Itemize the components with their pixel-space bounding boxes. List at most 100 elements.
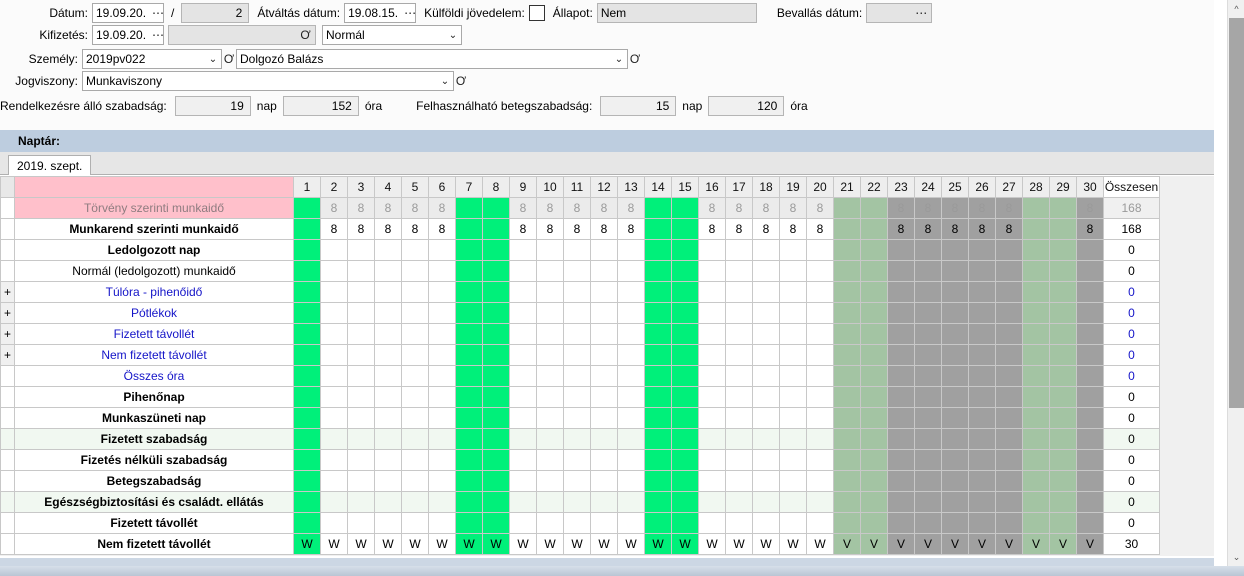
table-row[interactable]: Fizetés nélküli szabadság 0 [0,449,1160,471]
grid-cell-day-7[interactable] [455,449,483,471]
table-row[interactable]: + Nem fizetett távollét 0 [0,344,1160,366]
grid-cell-day-7[interactable] [455,344,483,366]
grid-cell-day-3[interactable] [347,323,375,345]
row-expander-icon[interactable]: + [0,323,15,345]
grid-cell-day-25[interactable] [941,260,969,282]
grid-cell-day-14[interactable] [644,386,672,408]
grid-cell-day-6[interactable] [428,365,456,387]
grid-cell-day-11[interactable] [563,512,591,534]
grid-cell-day-27[interactable] [995,512,1023,534]
grid-cell-day-25[interactable] [941,365,969,387]
grid-cell-day-9[interactable] [509,281,537,303]
row-label[interactable]: Összes óra [14,365,294,387]
grid-header-day-16[interactable]: 16 [698,176,726,198]
grid-cell-day-14[interactable] [644,218,672,240]
grid-cell-day-19[interactable] [779,260,807,282]
grid-cell-day-20[interactable] [806,260,834,282]
grid-cell-day-12[interactable] [590,239,618,261]
jogviszony-combo[interactable]: Munkaviszony ⌄ [82,71,454,91]
grid-cell-day-2[interactable] [320,407,348,429]
grid-cell-day-24[interactable] [914,407,942,429]
grid-cell-day-1[interactable] [293,386,321,408]
grid-cell-day-24[interactable] [914,512,942,534]
grid-cell-day-26[interactable] [968,281,996,303]
grid-cell-day-14[interactable] [644,197,672,219]
grid-cell-day-30[interactable] [1076,470,1104,492]
grid-header-day-14[interactable]: 14 [644,176,672,198]
chevron-down-icon[interactable]: ⌄ [207,54,219,65]
grid-cell-day-29[interactable] [1049,302,1077,324]
grid-header-day-18[interactable]: 18 [752,176,780,198]
grid-cell-day-23[interactable] [887,365,915,387]
row-label[interactable]: Pótlékok [14,302,294,324]
grid-cell-day-30[interactable] [1076,239,1104,261]
grid-cell-day-17[interactable] [725,512,753,534]
grid-cell-day-20[interactable] [806,428,834,450]
grid-cell-day-24[interactable]: V [914,533,942,555]
grid-cell-day-4[interactable] [374,449,402,471]
grid-cell-day-17[interactable] [725,386,753,408]
grid-cell-day-30[interactable] [1076,386,1104,408]
grid-cell-day-17[interactable] [725,281,753,303]
grid-cell-day-5[interactable] [401,470,429,492]
grid-cell-day-23[interactable] [887,470,915,492]
grid-cell-day-4[interactable] [374,428,402,450]
grid-cell-day-25[interactable] [941,428,969,450]
grid-cell-day-28[interactable] [1022,302,1050,324]
grid-cell-day-15[interactable] [671,239,699,261]
table-row[interactable]: Normál (ledolgozott) munkaidő 0 [0,260,1160,282]
table-row[interactable]: Fizetett távollét 0 [0,512,1160,534]
grid-cell-day-14[interactable] [644,239,672,261]
grid-cell-day-18[interactable] [752,428,780,450]
grid-cell-day-25[interactable] [941,344,969,366]
grid-cell-day-29[interactable] [1049,449,1077,471]
grid-cell-day-20[interactable]: 8 [806,218,834,240]
grid-cell-day-25[interactable] [941,386,969,408]
grid-cell-day-19[interactable] [779,323,807,345]
grid-cell-day-22[interactable] [860,470,888,492]
grid-cell-day-9[interactable] [509,323,537,345]
grid-cell-day-29[interactable] [1049,197,1077,219]
grid-cell-day-21[interactable] [833,344,861,366]
grid-cell-day-25[interactable] [941,281,969,303]
grid-cell-day-21[interactable] [833,449,861,471]
kifizetes-extra-field[interactable]: Ơ [168,25,316,45]
grid-cell-day-27[interactable] [995,407,1023,429]
grid-cell-day-13[interactable] [617,344,645,366]
grid-cell-day-30[interactable]: V [1076,533,1104,555]
grid-cell-day-6[interactable]: 8 [428,197,456,219]
grid-cell-day-18[interactable] [752,344,780,366]
grid-cell-day-4[interactable] [374,512,402,534]
grid-cell-day-6[interactable] [428,386,456,408]
grid-cell-day-26[interactable] [968,512,996,534]
datum-field[interactable]: 19.09.20. ⋯ [92,3,164,23]
grid-cell-day-20[interactable] [806,491,834,513]
grid-cell-day-1[interactable] [293,449,321,471]
grid-cell-day-5[interactable] [401,491,429,513]
grid-cell-day-20[interactable]: W [806,533,834,555]
grid-cell-day-6[interactable] [428,260,456,282]
grid-cell-day-23[interactable] [887,260,915,282]
grid-cell-day-12[interactable] [590,386,618,408]
grid-cell-day-15[interactable] [671,281,699,303]
grid-cell-day-16[interactable] [698,470,726,492]
grid-cell-day-4[interactable] [374,239,402,261]
grid-cell-day-18[interactable] [752,260,780,282]
grid-cell-day-18[interactable] [752,491,780,513]
grid-cell-day-27[interactable] [995,491,1023,513]
row-expander-icon[interactable]: + [0,344,15,366]
grid-cell-day-24[interactable] [914,491,942,513]
grid-cell-day-30[interactable]: 8 [1076,197,1104,219]
grid-cell-day-21[interactable] [833,386,861,408]
grid-cell-day-16[interactable] [698,239,726,261]
grid-cell-day-10[interactable] [536,386,564,408]
grid-cell-day-4[interactable] [374,260,402,282]
szemely-code-combo[interactable]: 2019pv022 ⌄ [82,49,222,69]
grid-cell-day-26[interactable] [968,428,996,450]
grid-cell-day-12[interactable] [590,302,618,324]
grid-cell-day-19[interactable] [779,365,807,387]
grid-cell-day-8[interactable] [482,449,510,471]
grid-cell-day-26[interactable] [968,323,996,345]
grid-cell-day-14[interactable] [644,407,672,429]
grid-cell-day-27[interactable]: 8 [995,218,1023,240]
